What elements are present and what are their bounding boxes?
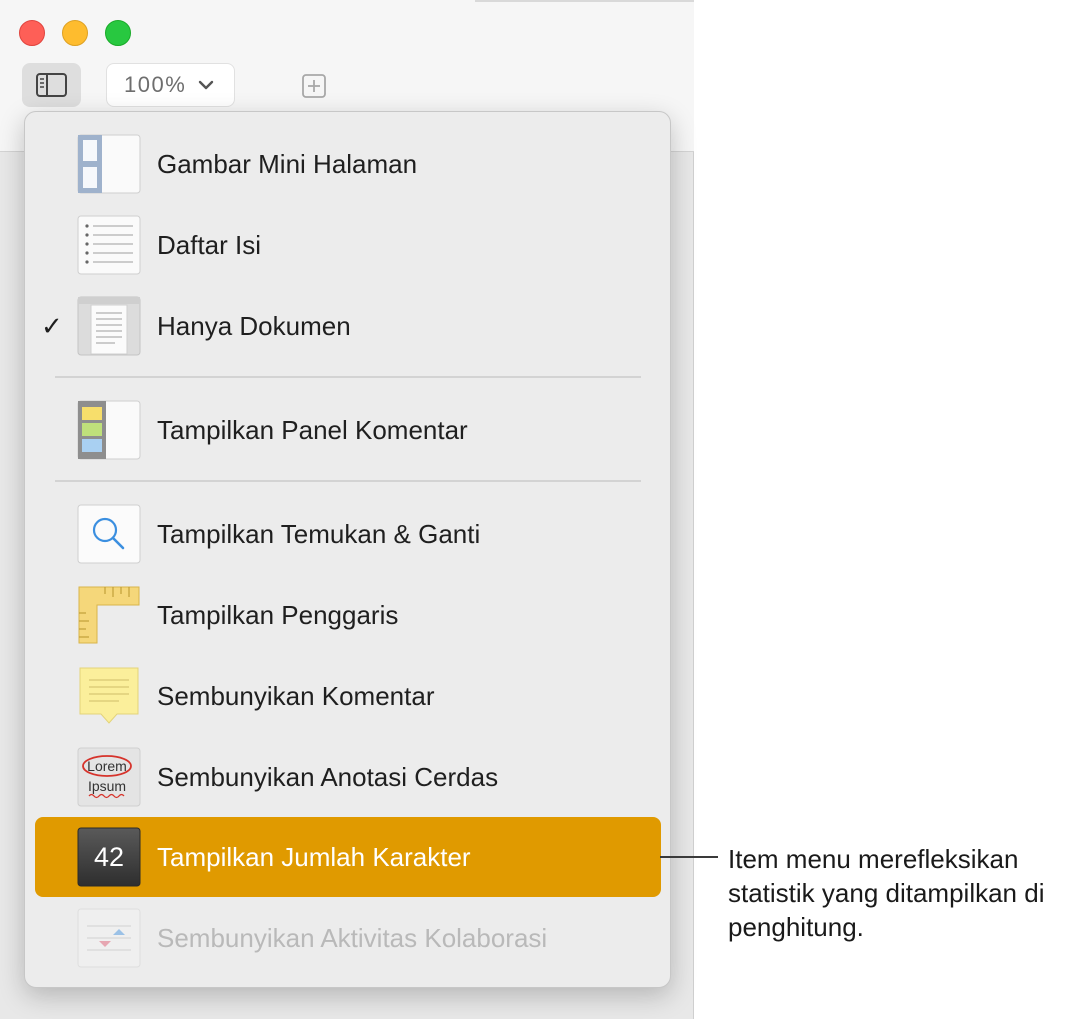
- menu-item-character-count[interactable]: 42 Tampilkan Jumlah Karakter: [35, 817, 661, 897]
- fullscreen-button[interactable]: [105, 20, 131, 46]
- menu-item-table-of-contents[interactable]: Daftar Isi: [35, 205, 661, 285]
- menu-item-collaboration-activity: Sembunyikan Aktivitas Kolaborasi: [35, 898, 661, 978]
- smart-annotation-icon: Lorem Ipsum: [77, 747, 141, 807]
- annotation-word: Ipsum: [88, 778, 126, 794]
- toolbar-edge: [475, 0, 694, 2]
- annotation-word: Lorem: [87, 758, 127, 774]
- minimize-button[interactable]: [62, 20, 88, 46]
- checkmark-icon: ✓: [41, 311, 63, 341]
- menu-item-label: Hanya Dokumen: [157, 311, 351, 341]
- comments-pane-icon: [77, 400, 141, 460]
- close-button[interactable]: [19, 20, 45, 46]
- menu-item-comments-pane[interactable]: Tampilkan Panel Komentar: [35, 390, 661, 470]
- document-only-icon: [77, 296, 141, 356]
- magnifier-icon: [77, 504, 141, 564]
- character-count-icon: 42: [77, 827, 141, 887]
- menu-item-label: Daftar Isi: [157, 230, 262, 260]
- menu-item-smart-annotations[interactable]: Lorem Ipsum Sembunyikan Anotasi Cerdas: [35, 737, 661, 817]
- menu-item-find-replace[interactable]: Tampilkan Temukan & Ganti: [35, 494, 661, 574]
- collaboration-activity-icon: [77, 908, 141, 968]
- menu-item-ruler[interactable]: Tampilkan Penggaris: [35, 575, 661, 655]
- zoom-level: 100%: [124, 72, 187, 97]
- callout-leader-line: [660, 856, 718, 858]
- menu-item-document-only[interactable]: ✓ Hanya Dokumen: [35, 286, 661, 366]
- callout-text: Item menu merefleksikan statistik yang d…: [728, 844, 1045, 942]
- menu-item-page-thumbnails[interactable]: Gambar Mini Halaman: [35, 124, 661, 204]
- menu-item-label: Tampilkan Jumlah Karakter: [157, 842, 471, 872]
- page-thumbnails-icon: [77, 134, 141, 194]
- menu-item-label: Sembunyikan Aktivitas Kolaborasi: [157, 923, 548, 953]
- menu-separator: [55, 480, 641, 482]
- ruler-icon: [78, 586, 140, 644]
- pages-window: 100% Gambar Mini Halaman Daftar Isi ✓ Ha…: [0, 0, 694, 1019]
- add-page-icon[interactable]: [302, 74, 326, 98]
- menu-item-label: Tampilkan Penggaris: [157, 600, 399, 630]
- sticky-note-icon: [79, 667, 139, 724]
- table-of-contents-icon: [77, 215, 141, 275]
- chevron-down-icon: [199, 80, 214, 90]
- zoom-popup-button[interactable]: 100%: [106, 63, 235, 107]
- menu-item-label: Tampilkan Panel Komentar: [157, 415, 468, 445]
- menu-item-hide-comments[interactable]: Sembunyikan Komentar: [35, 656, 661, 736]
- menu-item-label: Sembunyikan Komentar: [157, 681, 435, 711]
- character-count-value: 42: [94, 842, 124, 872]
- view-menu-button[interactable]: [22, 63, 81, 107]
- menu-separator: [55, 376, 641, 378]
- menu-item-label: Tampilkan Temukan & Ganti: [157, 519, 481, 549]
- menu-item-label: Sembunyikan Anotasi Cerdas: [157, 762, 499, 792]
- sidebar-icon: [36, 73, 67, 97]
- view-menu: Gambar Mini Halaman Daftar Isi ✓ Hanya D…: [24, 111, 671, 988]
- menu-item-label: Gambar Mini Halaman: [157, 149, 418, 179]
